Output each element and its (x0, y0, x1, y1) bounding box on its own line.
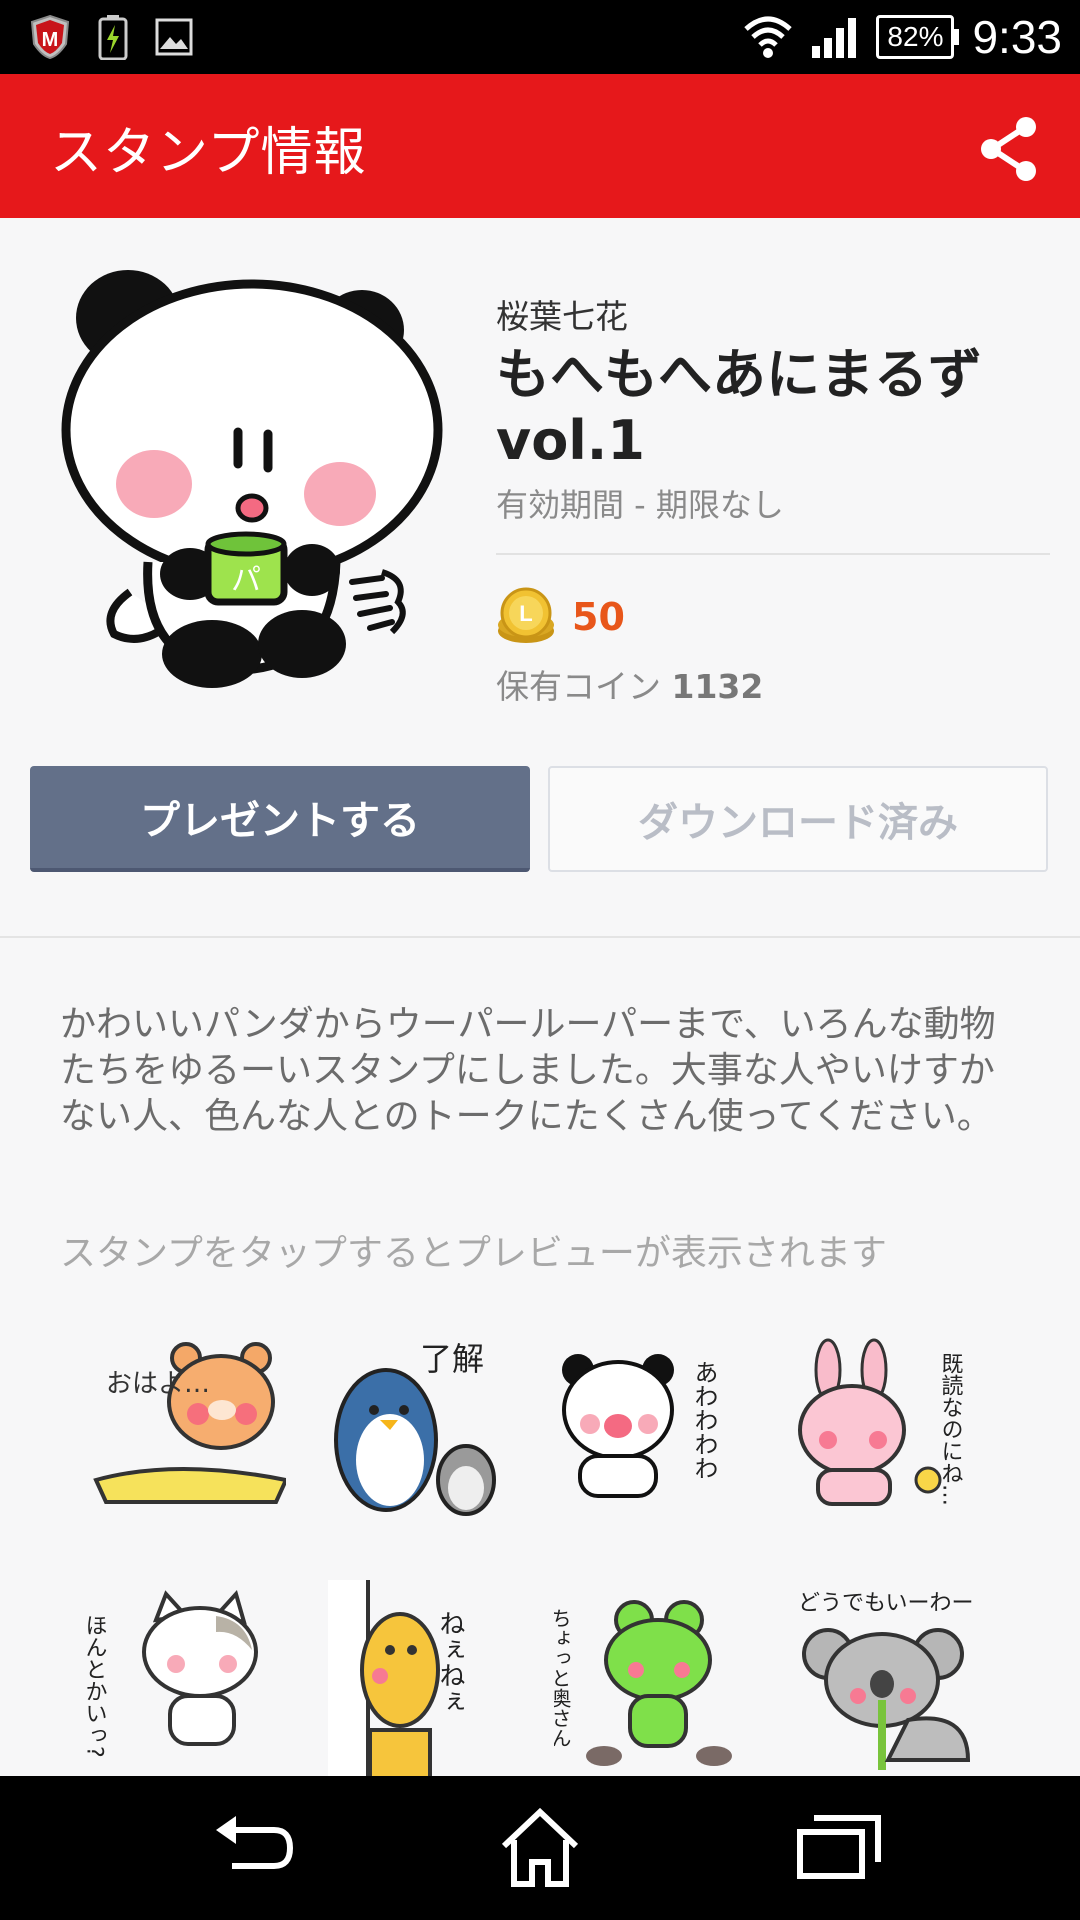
security-shield-icon: M (30, 14, 70, 60)
author-name[interactable]: 桜葉七花 (496, 290, 1050, 338)
sticker-penguin[interactable]: 了解 (320, 1330, 520, 1530)
sticker-rabbit[interactable]: 既読なのにね… (788, 1330, 988, 1530)
present-button[interactable]: プレゼントする (30, 766, 530, 872)
recent-apps-icon[interactable] (790, 1806, 890, 1890)
downloaded-button[interactable]: ダウンロード済み (548, 766, 1048, 872)
sticker-panda[interactable]: あわわわわ (554, 1330, 754, 1530)
sticker-text: ちょっと奥さん (554, 1608, 572, 1748)
preview-hint: スタンプをタップするとプレビューが表示されます (60, 1233, 887, 1274)
sticker-pack-main-image: パ (61, 270, 443, 688)
share-icon[interactable] (974, 114, 1044, 184)
coin-icon: L (498, 587, 554, 643)
sticker-cat[interactable]: ほんとかいっ? (86, 1580, 286, 1780)
battery-percentage: 82% (876, 15, 960, 59)
owned-coins-label: 保有コイン (496, 667, 661, 706)
svg-text:パ: パ (231, 563, 261, 598)
price: 50 (572, 595, 625, 639)
pack-description: かわいいパンダからウーパールーパーまで、いろんな動物たちをゆるーいスタンプにしま… (60, 1004, 996, 1137)
navigation-bar (0, 1776, 1080, 1920)
sticker-frog[interactable]: ちょっと奥さん (554, 1580, 754, 1780)
cell-signal-icon (812, 18, 857, 58)
sticker-text: おはよ… (106, 1369, 210, 1399)
divider (496, 553, 1050, 555)
sticker-text: 既読なのにね… (938, 1352, 964, 1506)
sticker-text: ねぇねぇ (435, 1610, 465, 1714)
svg-text:L: L (519, 601, 532, 626)
sticker-giraffe[interactable]: ねぇねぇ (320, 1580, 520, 1780)
clock: 9:33 (972, 11, 1062, 63)
divider (0, 936, 1080, 938)
sticker-text: どうでもいーわー (798, 1591, 974, 1616)
battery-charging-icon (98, 15, 128, 60)
wifi-icon (744, 16, 793, 58)
sticker-text: ほんとかいっ? (86, 1614, 107, 1758)
svg-text:M: M (42, 29, 59, 51)
price-row: L 50 (496, 587, 625, 647)
app-bar: スタンプ情報 (0, 74, 1080, 218)
sticker-koala[interactable]: どうでもいーわー (788, 1580, 988, 1780)
page-title: スタンプ情報 (50, 123, 367, 183)
owned-coins: 保有コイン 1132 (496, 660, 763, 708)
back-icon[interactable] (198, 1806, 298, 1890)
home-icon[interactable] (490, 1806, 590, 1890)
pack-title: もへもへあにまるずvol.1 (496, 343, 982, 472)
sticker-text: あわわわわ (690, 1360, 718, 1480)
sticker-text: 了解 (420, 1340, 484, 1378)
pack-info: 桜葉七花 もへもへあにまるずvol.1 有効期間 - 期限なし (496, 290, 1050, 526)
sticker-bear[interactable]: おはよ… (86, 1330, 286, 1530)
status-bar: M 82% 9:33 (0, 0, 1080, 74)
image-notification-icon (155, 18, 193, 56)
owned-coins-value: 1132 (671, 667, 764, 706)
validity-period: 有効期間 - 期限なし (496, 486, 784, 524)
